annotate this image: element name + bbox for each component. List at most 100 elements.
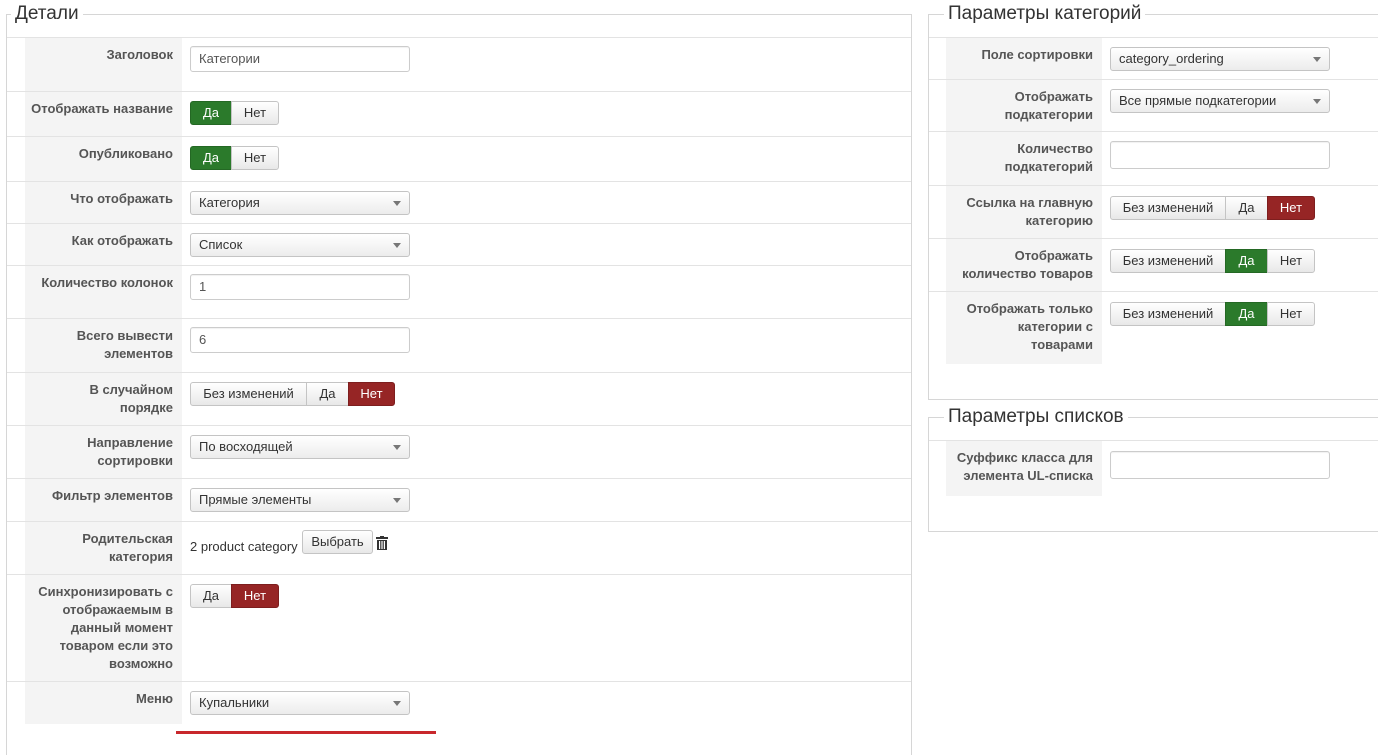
chevron-down-icon [393, 201, 401, 206]
only-with-no-change-button[interactable]: Без изменений [1110, 302, 1226, 326]
show-count-yes-button[interactable]: Да [1225, 249, 1268, 273]
suffix-label: Суффикс класса для элемента UL-списка [946, 441, 1102, 496]
only-with-label: Отображать только категории с товарами [946, 292, 1102, 364]
menu-select[interactable]: Купальники [190, 691, 410, 715]
sync-toggle: Да Нет [190, 584, 279, 608]
menu-label: Меню [25, 682, 182, 724]
chevron-down-icon [393, 701, 401, 706]
chevron-down-icon [1313, 99, 1321, 104]
what-select-value: Категория [199, 195, 260, 210]
show-count-label: Отображать количество товаров [946, 239, 1102, 292]
row-sub-count: Количество подкатегорий [929, 131, 1378, 186]
chevron-down-icon [393, 445, 401, 450]
show-sub-select[interactable]: Все прямые подкатегории [1110, 89, 1330, 113]
how-select-value: Список [199, 237, 243, 252]
sync-label: Синхронизировать с отображаемым в данный… [25, 575, 182, 682]
row-total: Всего вывести элементов 6 [7, 318, 911, 373]
category-params-fieldset: Параметры категорий Поле сортировки cate… [928, 2, 1378, 400]
sub-count-label: Количество подкатегорий [946, 132, 1102, 186]
main-link-toggle: Без изменений Да Нет [1110, 196, 1315, 220]
published-yes-button[interactable]: Да [190, 146, 232, 170]
title-label: Заголовок [25, 38, 182, 92]
published-no-button[interactable]: Нет [231, 146, 279, 170]
sort-label: Поле сортировки [946, 38, 1102, 80]
random-yes-button[interactable]: Да [306, 382, 349, 406]
details-legend: Детали [11, 2, 83, 26]
filter-select-value: Прямые элементы [199, 492, 312, 507]
list-params-legend: Параметры списков [944, 405, 1128, 429]
show-count-toggle: Без изменений Да Нет [1110, 249, 1315, 273]
category-params-legend: Параметры категорий [944, 2, 1146, 26]
only-with-toggle: Без изменений Да Нет [1110, 302, 1315, 326]
chevron-down-icon [393, 243, 401, 248]
show-title-no-button[interactable]: Нет [231, 101, 279, 125]
what-label: Что отображать [25, 182, 182, 224]
row-menu: Меню Купальники [7, 681, 911, 724]
parent-select-button[interactable]: Выбрать [302, 530, 373, 554]
sort-select-value: category_ordering [1119, 51, 1224, 66]
filter-select[interactable]: Прямые элементы [190, 488, 410, 512]
row-what: Что отображать Категория [7, 181, 911, 224]
row-only-with: Отображать только категории с товарами Б… [929, 291, 1378, 364]
sync-no-button[interactable]: Нет [231, 584, 279, 608]
main-link-yes-button[interactable]: Да [1225, 196, 1268, 220]
suffix-input[interactable] [1110, 451, 1330, 479]
sync-yes-button[interactable]: Да [190, 584, 232, 608]
row-show-count: Отображать количество товаров Без измене… [929, 238, 1378, 292]
show-title-yes-button[interactable]: Да [190, 101, 232, 125]
menu-select-value: Купальники [199, 695, 270, 710]
main-link-no-change-button[interactable]: Без изменений [1110, 196, 1226, 220]
sort-select[interactable]: category_ordering [1110, 47, 1330, 71]
how-select[interactable]: Список [190, 233, 410, 257]
how-label: Как отображать [25, 224, 182, 266]
row-sort: Поле сортировки category_ordering [929, 37, 1378, 80]
show-sub-select-value: Все прямые подкатегории [1119, 93, 1277, 108]
direction-select[interactable]: По восходящей [190, 435, 410, 459]
row-main-link: Ссылка на главную категорию Без изменени… [929, 185, 1378, 239]
parent-value: 2 product category [190, 539, 298, 554]
row-title: Заголовок Категории [7, 37, 911, 92]
direction-select-value: По восходящей [199, 439, 293, 454]
row-parent: Родительская категория 2 product categor… [7, 521, 911, 575]
show-count-no-change-button[interactable]: Без изменений [1110, 249, 1226, 273]
direction-label: Направление сортировки [25, 426, 182, 479]
details-fieldset: Детали Заголовок Категории Отображать на… [6, 2, 912, 755]
chevron-down-icon [393, 498, 401, 503]
total-label: Всего вывести элементов [25, 319, 182, 373]
random-no-change-button[interactable]: Без изменений [190, 382, 307, 406]
filter-label: Фильтр элементов [25, 479, 182, 522]
sub-count-input[interactable] [1110, 141, 1330, 169]
row-filter: Фильтр элементов Прямые элементы [7, 478, 911, 522]
total-input[interactable]: 6 [190, 327, 410, 353]
row-show-sub: Отображать подкатегории Все прямые подка… [929, 79, 1378, 132]
row-sync: Синхронизировать с отображаемым в данный… [7, 574, 911, 682]
main-link-no-button[interactable]: Нет [1267, 196, 1315, 220]
show-sub-label: Отображать подкатегории [946, 80, 1102, 132]
columns-input[interactable]: 1 [190, 274, 410, 300]
parent-label: Родительская категория [25, 522, 182, 575]
trash-icon[interactable] [376, 536, 388, 555]
row-direction: Направление сортировки По восходящей [7, 425, 911, 479]
show-title-toggle: Да Нет [190, 101, 279, 125]
show-title-label: Отображать название [25, 92, 182, 137]
published-label: Опубликовано [25, 137, 182, 182]
active-underline [176, 731, 436, 734]
random-toggle: Без изменений Да Нет [190, 382, 395, 406]
columns-label: Количество колонок [25, 266, 182, 319]
random-label: В случайном порядке [25, 373, 182, 426]
only-with-no-button[interactable]: Нет [1267, 302, 1315, 326]
row-columns: Количество колонок 1 [7, 265, 911, 319]
row-random: В случайном порядке Без изменений Да Нет [7, 372, 911, 426]
published-toggle: Да Нет [190, 146, 279, 170]
show-count-no-button[interactable]: Нет [1267, 249, 1315, 273]
main-link-label: Ссылка на главную категорию [946, 186, 1102, 239]
random-no-button[interactable]: Нет [348, 382, 395, 406]
row-show-title: Отображать название Да Нет [7, 91, 911, 137]
only-with-yes-button[interactable]: Да [1225, 302, 1268, 326]
what-select[interactable]: Категория [190, 191, 410, 215]
row-published: Опубликовано Да Нет [7, 136, 911, 182]
title-input[interactable]: Категории [190, 46, 410, 72]
list-params-fieldset: Параметры списков Суффикс класса для эле… [928, 405, 1378, 532]
row-suffix: Суффикс класса для элемента UL-списка [929, 440, 1378, 496]
chevron-down-icon [1313, 57, 1321, 62]
